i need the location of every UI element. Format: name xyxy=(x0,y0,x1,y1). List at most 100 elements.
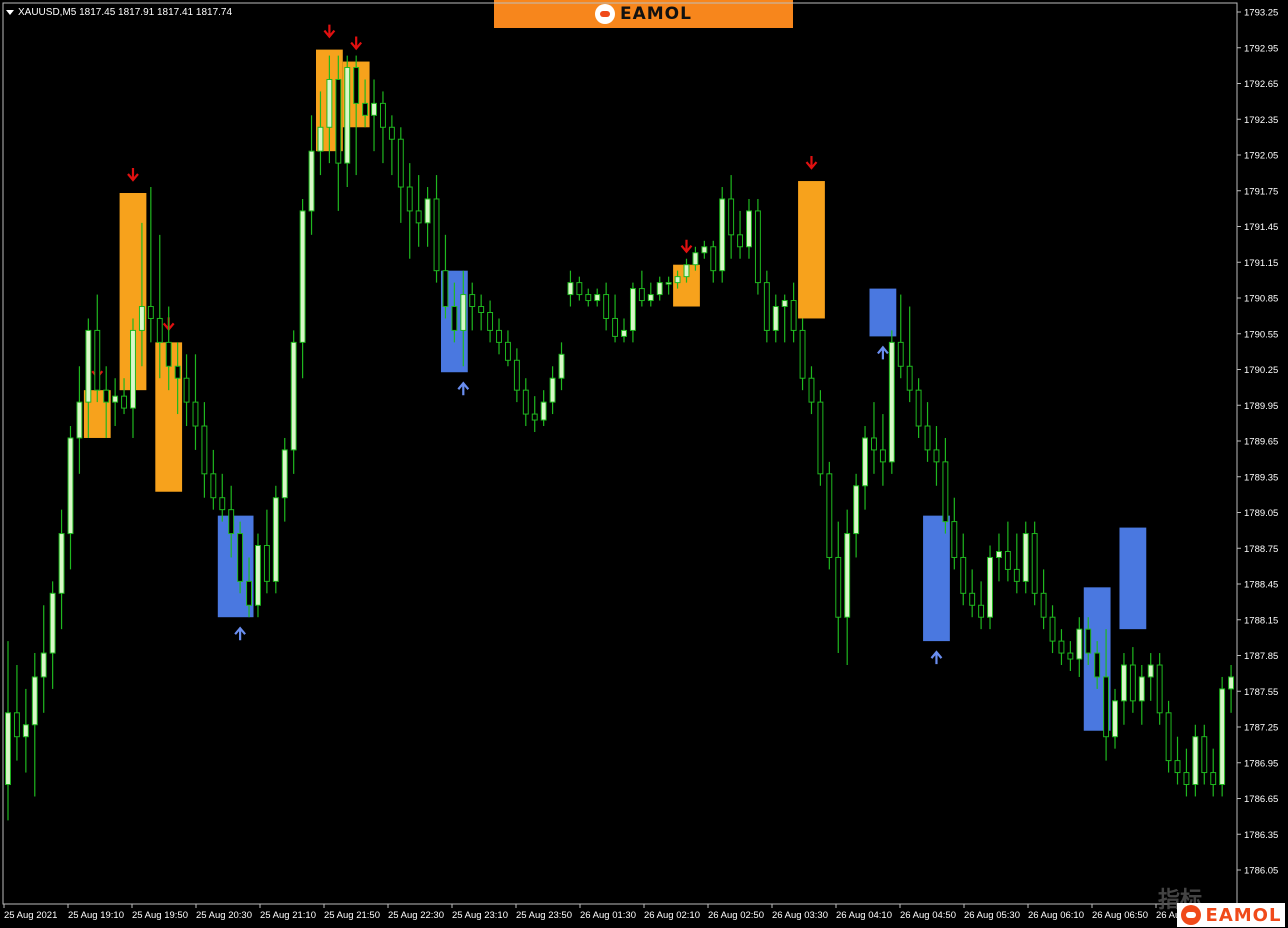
candle-body xyxy=(540,401,547,421)
candle-body xyxy=(1085,628,1092,654)
candle-body xyxy=(522,389,529,415)
x-tick-label: 26 Aug 04:10 xyxy=(836,910,892,921)
candle-body xyxy=(344,67,351,164)
candle-body xyxy=(76,401,83,439)
candle-body xyxy=(112,395,119,403)
candle-body xyxy=(808,377,815,403)
candle-body xyxy=(710,246,717,272)
buy-arrow-icon xyxy=(457,381,470,396)
candle-body xyxy=(451,306,458,331)
candle-body xyxy=(138,306,145,331)
y-tick-label: 1793.25 xyxy=(1244,8,1278,19)
candle-body xyxy=(737,234,744,248)
sell-arrow-icon xyxy=(350,36,363,51)
x-tick-label: 26 Aug 02:50 xyxy=(708,910,764,921)
candle-body xyxy=(746,210,752,248)
y-tick-label: 1792.65 xyxy=(1244,79,1278,90)
y-tick-label: 1790.85 xyxy=(1244,294,1278,305)
candle-body xyxy=(1174,760,1181,774)
candle-body xyxy=(549,377,556,403)
candle-body xyxy=(701,246,708,254)
y-tick-label: 1787.55 xyxy=(1244,687,1278,698)
candle-body xyxy=(978,604,985,618)
y-tick-label: 1792.35 xyxy=(1244,115,1278,126)
candle-body xyxy=(656,282,663,296)
candle-body xyxy=(1138,676,1145,702)
chart-window[interactable]: XAUUSD,M5 1817.45 1817.91 1817.41 1817.7… xyxy=(0,0,1288,928)
x-tick-label: 25 Aug 21:50 xyxy=(324,910,380,921)
y-tick-label: 1792.05 xyxy=(1244,151,1278,162)
candle-body xyxy=(353,67,360,104)
candle-body xyxy=(692,252,699,266)
x-tick-label: 25 Aug 22:30 xyxy=(388,910,444,921)
candle-body xyxy=(1147,664,1154,678)
candle-body xyxy=(933,449,940,463)
candle-body xyxy=(1192,736,1199,786)
candle-body xyxy=(1129,664,1136,702)
candle-body xyxy=(165,341,172,367)
x-tick-label: 26 Aug 06:10 xyxy=(1028,910,1084,921)
candle-body xyxy=(380,102,386,128)
candle-body xyxy=(469,294,476,308)
candle-body xyxy=(460,294,467,331)
candle-body xyxy=(237,533,244,582)
candle-body xyxy=(585,294,592,302)
candle-body xyxy=(406,186,413,212)
sell-arrow-icon xyxy=(323,24,336,39)
buy-arrow-icon xyxy=(234,626,246,641)
candle-body xyxy=(1103,676,1110,738)
x-tick-label: 26 Aug 04:50 xyxy=(900,910,956,921)
candle-body xyxy=(1076,628,1083,660)
y-tick-label: 1786.35 xyxy=(1244,830,1278,841)
y-tick-label: 1788.75 xyxy=(1244,544,1278,555)
candle-body xyxy=(433,198,440,272)
x-tick-label: 26 Aug 01:30 xyxy=(580,910,636,921)
candle-body xyxy=(183,377,190,403)
candle-body xyxy=(58,533,65,594)
candle-body xyxy=(871,437,877,451)
x-tick-label: 26 Aug 02:10 xyxy=(644,910,700,921)
candle-body xyxy=(772,306,779,331)
x-tick-label: 25 Aug 19:50 xyxy=(132,910,188,921)
candle-body xyxy=(1022,533,1029,582)
x-tick-label: 25 Aug 2021 xyxy=(4,910,57,921)
candle-body xyxy=(121,395,128,409)
candle-body xyxy=(174,365,181,379)
candle-body xyxy=(879,449,886,463)
candle-body xyxy=(263,545,270,582)
candle-body xyxy=(942,461,949,523)
candle-body xyxy=(1120,664,1127,702)
candle-body xyxy=(513,359,520,391)
candle-body xyxy=(674,276,681,284)
candle-body xyxy=(1013,568,1020,582)
x-tick-label: 26 Aug 05:30 xyxy=(964,910,1020,921)
candle-body xyxy=(219,497,226,511)
candle-body xyxy=(629,288,636,331)
y-tick-label: 1788.15 xyxy=(1244,615,1278,626)
x-tick-label: 25 Aug 19:10 xyxy=(68,910,124,921)
candle-body xyxy=(5,712,11,786)
candle-body xyxy=(1058,640,1065,654)
sell-arrow-icon xyxy=(127,167,139,182)
sell-zone xyxy=(798,181,825,319)
candle-body xyxy=(1228,676,1235,690)
candle-body xyxy=(647,294,654,302)
candle-body xyxy=(442,270,449,308)
candle-body xyxy=(1031,533,1038,594)
candle-body xyxy=(49,592,56,654)
y-tick-label: 1791.15 xyxy=(1244,258,1278,269)
y-tick-label: 1788.45 xyxy=(1244,580,1278,591)
candle-body xyxy=(272,497,279,582)
candle-body xyxy=(969,592,976,606)
candle-body xyxy=(1040,592,1047,618)
candle-body xyxy=(1067,652,1074,660)
candle-body xyxy=(960,556,967,594)
candle-body xyxy=(13,712,20,738)
candle-body xyxy=(317,126,324,152)
eamol-watermark-logo: EAMOL xyxy=(1177,903,1285,927)
candle-body xyxy=(362,102,369,116)
candle-body xyxy=(853,485,860,535)
candlestick-chart[interactable]: 1793.25 1792.95 1792.65 1792.35 1792.05 1791.… xyxy=(0,0,1288,928)
y-tick-label: 1789.65 xyxy=(1244,437,1278,448)
x-tick-label: 25 Aug 21:10 xyxy=(260,910,316,921)
